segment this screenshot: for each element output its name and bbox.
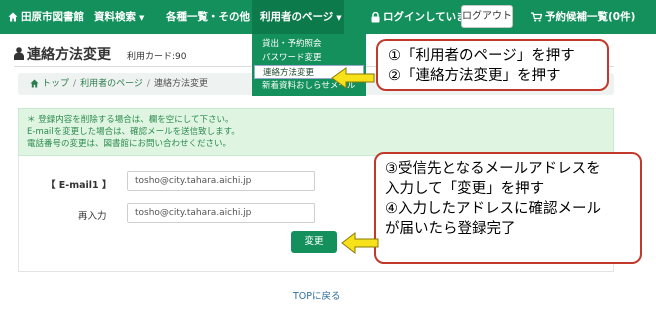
change-button[interactable]: 変更	[291, 231, 337, 253]
dropdown-item-password-change[interactable]: パスワード変更	[252, 51, 366, 65]
callout-line: ②「連絡方法変更」を押す	[388, 68, 561, 84]
top-navigation: 田原市図書館 資料検索▼ 各種一覧・その他▼ 利用者のページ▼ ログインしていま…	[0, 0, 656, 34]
breadcrumb-separator: /	[73, 79, 77, 89]
nav-search-label: 資料検索	[94, 11, 136, 23]
left-arrow-icon	[341, 231, 379, 255]
lock-icon	[371, 11, 380, 22]
nav-user-page-menu[interactable]: 利用者のページ ▼	[252, 0, 344, 34]
nav-user-page-label: 利用者のページ	[260, 11, 334, 23]
notice-line: E-mailを変更した場合は、確認メールを送信致します。	[27, 127, 240, 137]
nav-home-label: 田原市図書館	[21, 11, 84, 23]
page-title: 連絡方法変更	[14, 44, 111, 64]
notice-box: ＊ 登録内容を削除する場合は、欄を空にして下さい。 E-mailを変更した場合は…	[18, 108, 614, 156]
dropdown-item-loan-reservation[interactable]: 貸出・予約照会	[252, 37, 366, 51]
back-to-top-link[interactable]: TOPに戻る	[293, 288, 341, 302]
logout-button[interactable]: ログアウト	[461, 5, 513, 28]
callout-line: 入力して「変更」を押す	[385, 181, 545, 197]
notice-line: 電話番号の変更は、図書館にお問い合わせください。	[27, 139, 232, 149]
instruction-callout-2: ③受信先となるメールアドレスを 入力して「変更」を押す ④入力したアドレスに確認…	[374, 152, 642, 264]
chevron-down-icon: ▼	[336, 14, 342, 22]
nav-list-label: 各種一覧・その他	[166, 11, 250, 23]
person-icon	[14, 47, 24, 60]
chevron-down-icon: ▼	[139, 14, 145, 22]
nav-search-menu[interactable]: 資料検索 ▼	[94, 0, 144, 34]
breadcrumb-top[interactable]: トップ	[42, 79, 69, 89]
left-arrow-icon	[331, 67, 375, 89]
nav-list-menu[interactable]: 各種一覧・その他▼	[166, 0, 258, 34]
instruction-callout-1: ①「利用者のページ」を押す ②「連絡方法変更」を押す	[376, 39, 609, 91]
callout-line: ①「利用者のページ」を押す	[388, 48, 575, 64]
nav-home-link[interactable]: 田原市図書館	[8, 0, 84, 34]
callout-line: ④入力したアドレスに確認メール	[385, 201, 601, 217]
email-field[interactable]: tosho@city.tahara.aichi.jp	[127, 171, 315, 191]
page: 田原市図書館 資料検索▼ 各種一覧・その他▼ 利用者のページ▼ ログインしていま…	[0, 0, 656, 312]
reenter-label: 再入力	[78, 211, 107, 222]
card-number-label: 利用カード:90	[127, 52, 187, 62]
cart-label: 予約候補一覧(0件)	[545, 11, 636, 23]
callout-line: が届いたら登録完了	[385, 221, 516, 237]
reservation-cart-link[interactable]: 予約候補一覧(0件)	[531, 0, 635, 34]
breadcrumb-separator: /	[146, 79, 150, 89]
cart-icon	[531, 12, 542, 22]
callout-line: ③受信先となるメールアドレスを	[385, 161, 601, 177]
breadcrumb-current: 連絡方法変更	[153, 79, 208, 89]
breadcrumb-user-page[interactable]: 利用者のページ	[80, 79, 143, 89]
page-title-text: 連絡方法変更	[27, 47, 111, 63]
home-icon	[30, 79, 39, 88]
email-confirm-field[interactable]: tosho@city.tahara.aichi.jp	[127, 203, 315, 223]
email-label: 【 E-mail1 】	[46, 180, 112, 191]
home-icon	[8, 12, 18, 22]
notice-line: ＊ 登録内容を削除する場合は、欄を空にして下さい。	[27, 115, 234, 125]
